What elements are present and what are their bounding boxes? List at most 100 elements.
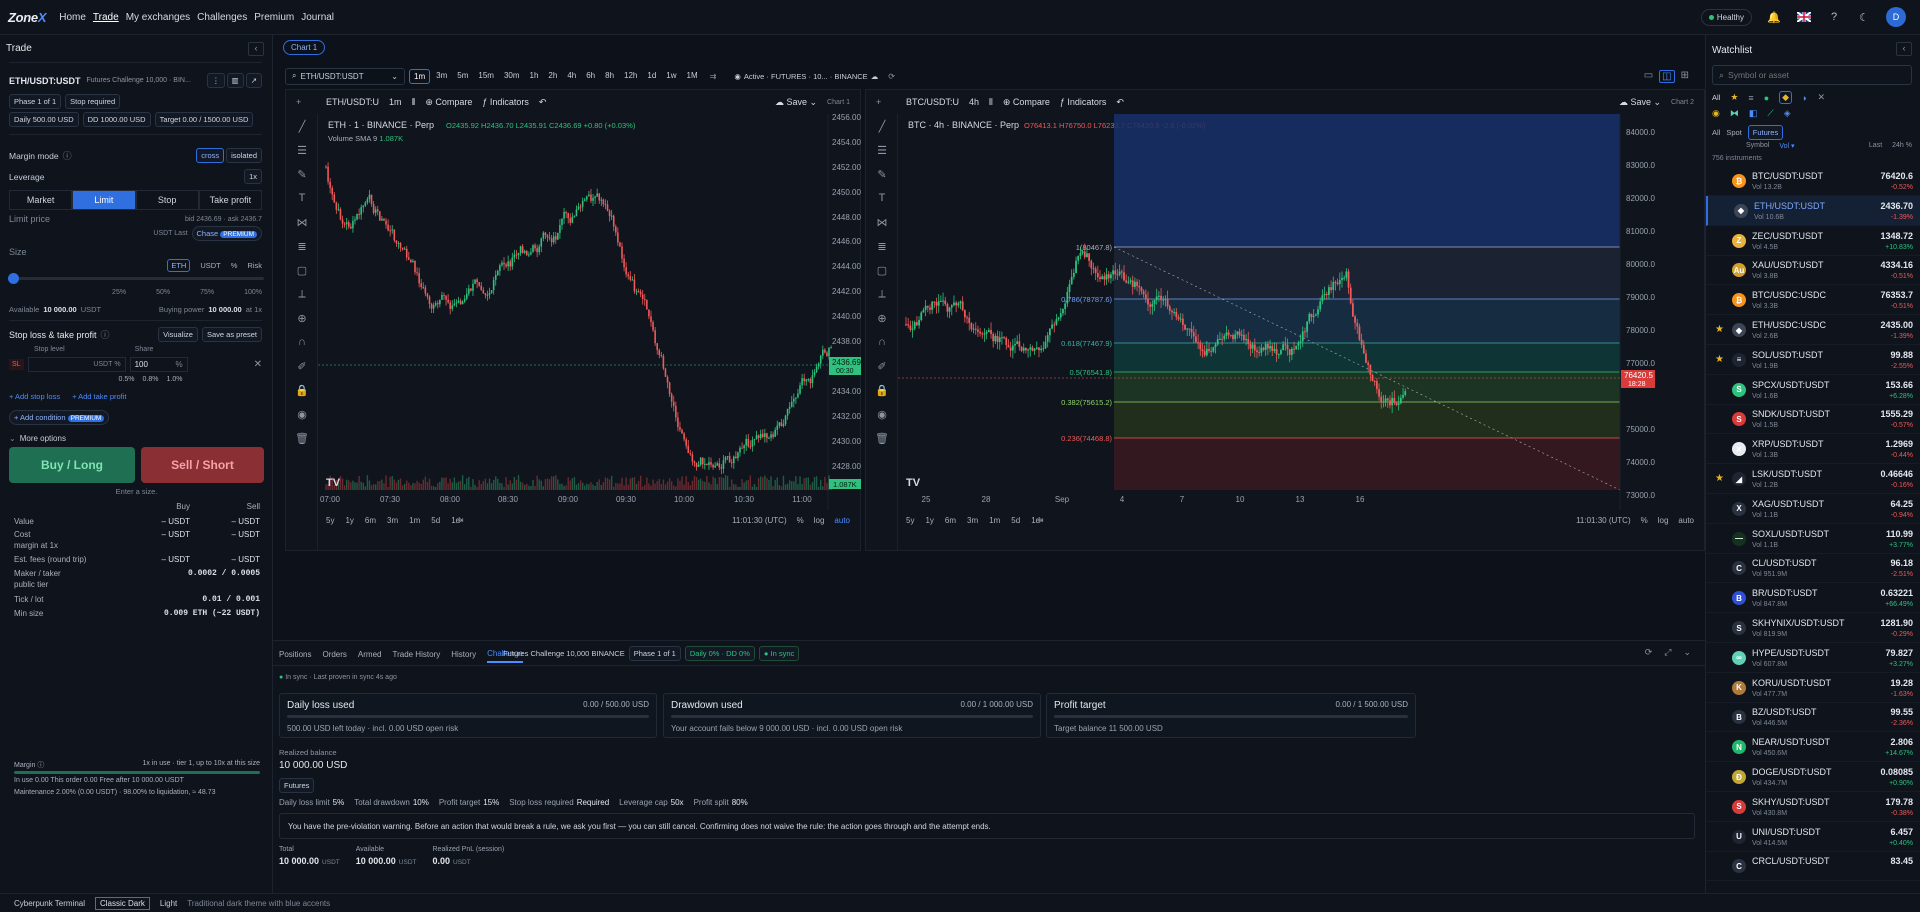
- slider-mark[interactable]: 75%: [200, 289, 214, 296]
- watchlist-row[interactable]: Z ZEC/USDT:USDT Vol 4.5B 1348.72 +10.83%: [1706, 226, 1920, 256]
- range-button[interactable]: 5y: [326, 516, 334, 525]
- external-icon[interactable]: ↗: [245, 73, 262, 88]
- bell-icon[interactable]: 🔔: [1766, 9, 1782, 25]
- exchange-icon[interactable]: ●: [1764, 93, 1769, 103]
- timeframe-button[interactable]: 3m: [432, 69, 451, 84]
- range-button[interactable]: 1m: [409, 516, 420, 525]
- nav-link[interactable]: My exchanges: [126, 12, 190, 23]
- trash-icon[interactable]: ▥: [226, 73, 244, 88]
- exchange-icon[interactable]: ◉: [1712, 108, 1720, 119]
- remove-icon[interactable]: ✕: [254, 359, 262, 370]
- range-button[interactable]: 6m: [945, 516, 956, 525]
- watchlist-row[interactable]: Ð DOGE/USDT:USDT Vol 434.7M 0.08085 +0.90%: [1706, 762, 1920, 792]
- date-range-icon[interactable]: ⇥: [1036, 515, 1044, 526]
- order-tab[interactable]: Market: [9, 190, 73, 210]
- isolated-button[interactable]: isolated: [226, 148, 262, 163]
- auto-toggle[interactable]: auto: [1678, 516, 1694, 525]
- percent-toggle[interactable]: %: [1641, 516, 1648, 525]
- watchlist-search[interactable]: ⌕: [1712, 65, 1912, 85]
- range-button[interactable]: 1y: [925, 516, 933, 525]
- size-unit-option[interactable]: USDT: [200, 261, 220, 270]
- market-all[interactable]: All: [1712, 128, 1720, 137]
- watchlist-row[interactable]: ◆ ETH/USDT:USDT Vol 10.6B 2436.70 -1.39%: [1706, 195, 1920, 226]
- cross-button[interactable]: cross: [196, 148, 225, 163]
- save-preset-button[interactable]: Save as preset: [201, 327, 262, 342]
- search-input[interactable]: [1728, 70, 1879, 80]
- binance-icon[interactable]: ◆: [1779, 91, 1793, 104]
- timeframe-button[interactable]: 8h: [601, 69, 618, 84]
- range-button[interactable]: 1m: [989, 516, 1000, 525]
- active-account[interactable]: ◉ Active · FUTURES · 10... · BINANCE ☁: [734, 72, 878, 81]
- date-range-icon[interactable]: ⇥: [456, 515, 464, 526]
- percent-toggle[interactable]: %: [797, 516, 804, 525]
- chart-1[interactable]: + ETH/USDT:U 1m ⫴ ⊕ Compare ƒ Indicators…: [285, 89, 861, 551]
- watchlist-row[interactable]: C CL/USDT:USDT Vol 951.9M 96.18 -2.51%: [1706, 553, 1920, 584]
- chevron-down-icon[interactable]: ⌄: [1683, 647, 1691, 658]
- timeframe-button[interactable]: 1d: [643, 69, 660, 84]
- watchlist-row[interactable]: ★ ≡ SOL/USDT:USDT Vol 1.9B 99.88 -2.55%: [1706, 345, 1920, 375]
- chart-tab[interactable]: Chart 1: [283, 40, 326, 55]
- order-tab[interactable]: Limit: [72, 190, 136, 210]
- visualize-button[interactable]: Visualize: [158, 327, 198, 342]
- watchlist-row[interactable]: ★ ◢ LSK/USDT:USDT Vol 1.2B 0.46646 -0.16%: [1706, 464, 1920, 494]
- size-slider[interactable]: [10, 277, 264, 280]
- timeframe-button[interactable]: 1m: [409, 68, 431, 84]
- bottom-tab[interactable]: Trade History: [392, 647, 440, 662]
- timeframe-button[interactable]: 1M: [683, 69, 702, 84]
- layout-single-icon[interactable]: ▭: [1644, 70, 1653, 83]
- star-icon[interactable]: ★: [1730, 92, 1738, 103]
- watchlist-row[interactable]: ₿ BTC/USDC:USDC Vol 3.3B 76353.7 -0.51%: [1706, 285, 1920, 316]
- collapse-icon[interactable]: ‹: [1896, 42, 1912, 56]
- layout-icon[interactable]: ⇉: [710, 72, 717, 81]
- watchlist-row[interactable]: Au XAU/USDT:USDT Vol 3.8B 4334.16 -0.51%: [1706, 255, 1920, 286]
- star-icon[interactable]: ★: [1715, 354, 1724, 365]
- theme-classic-dark[interactable]: Classic Dark: [95, 896, 150, 910]
- log-toggle[interactable]: log: [1658, 516, 1669, 525]
- watchlist-row[interactable]: B BR/USDT:USDT Vol 847.8M 0.63221 +66.49%: [1706, 583, 1920, 614]
- slider-mark[interactable]: 50%: [156, 289, 170, 296]
- share-preset[interactable]: 0.5%: [119, 376, 135, 383]
- more-options-toggle[interactable]: More options: [20, 434, 66, 443]
- timeframe-button[interactable]: 12h: [620, 69, 641, 84]
- range-button[interactable]: 6m: [365, 516, 376, 525]
- log-toggle[interactable]: log: [814, 516, 825, 525]
- stop-level-input[interactable]: USDT %: [27, 357, 126, 372]
- watchlist-row[interactable]: ∞ HYPE/USDT:USDT Vol 607.8M 79.827 +3.27%: [1706, 643, 1920, 673]
- nav-link[interactable]: Home: [59, 12, 86, 23]
- timeframe-button[interactable]: 4h: [563, 69, 580, 84]
- layout-split-icon[interactable]: ◫: [1659, 69, 1675, 83]
- slider-mark[interactable]: 25%: [112, 289, 126, 296]
- watchlist-row[interactable]: X XAG/USDT:USDT Vol 1.1B 64.25 -0.94%: [1706, 494, 1920, 524]
- chart-2[interactable]: + BTC/USDT:U 4h ⫴ ⊕ Compare ƒ Indicators…: [865, 89, 1705, 551]
- add-take-profit-button[interactable]: + Add take profit: [72, 392, 126, 401]
- timeframe-button[interactable]: 30m: [500, 69, 524, 84]
- bottom-tab[interactable]: History: [451, 647, 476, 662]
- close-icon[interactable]: ✕: [1817, 92, 1825, 103]
- star-icon[interactable]: ★: [1715, 324, 1724, 335]
- chevron-down-icon[interactable]: ⌄: [9, 434, 16, 443]
- timeframe-button[interactable]: 2h: [544, 69, 561, 84]
- watchlist-row[interactable]: B BZ/USDT:USDT Vol 446.5M 99.55 -2.36%: [1706, 702, 1920, 733]
- watchlist-row[interactable]: S SKHYNIX/USDT:USDT Vol 819.9M 1281.90 -0.29…: [1706, 613, 1920, 643]
- nav-link[interactable]: Journal: [301, 12, 334, 23]
- chart-2-canvas[interactable]: 1(80467.8) 0.786(78787.6) 0.618(77467.9) 0.…: [866, 90, 1706, 552]
- share-input[interactable]: 100%: [129, 357, 188, 372]
- add-condition-button[interactable]: + Add condition PREMIUM: [9, 410, 110, 425]
- bottom-tab[interactable]: Positions: [279, 647, 311, 662]
- watchlist-row[interactable]: U UNI/USDT:USDT Vol 414.5M 6.457 +0.40%: [1706, 822, 1920, 852]
- nav-link[interactable]: Challenges: [197, 12, 247, 23]
- symbol-search[interactable]: ⌕ ETH/USDT:USDT ⌄: [285, 67, 405, 85]
- watchlist-row[interactable]: S SPCX/USDT:USDT Vol 1.6B 153.66 +6.28%: [1706, 375, 1920, 405]
- size-unit-option[interactable]: %: [231, 261, 238, 270]
- theme-light[interactable]: Light: [160, 899, 177, 908]
- exchange-icon[interactable]: ◗: [1802, 93, 1807, 103]
- timeframe-button[interactable]: 15m: [474, 69, 498, 84]
- layout-grid-icon[interactable]: ⊞: [1681, 70, 1689, 83]
- market-futures[interactable]: Futures: [1747, 125, 1784, 140]
- range-button[interactable]: 5y: [906, 516, 914, 525]
- range-button[interactable]: 1y: [345, 516, 353, 525]
- share-preset[interactable]: 1.0%: [166, 376, 182, 383]
- expand-icon[interactable]: ⤢: [1664, 647, 1671, 658]
- filter-all[interactable]: All: [1712, 93, 1720, 102]
- col-change[interactable]: 24h %: [1892, 142, 1912, 150]
